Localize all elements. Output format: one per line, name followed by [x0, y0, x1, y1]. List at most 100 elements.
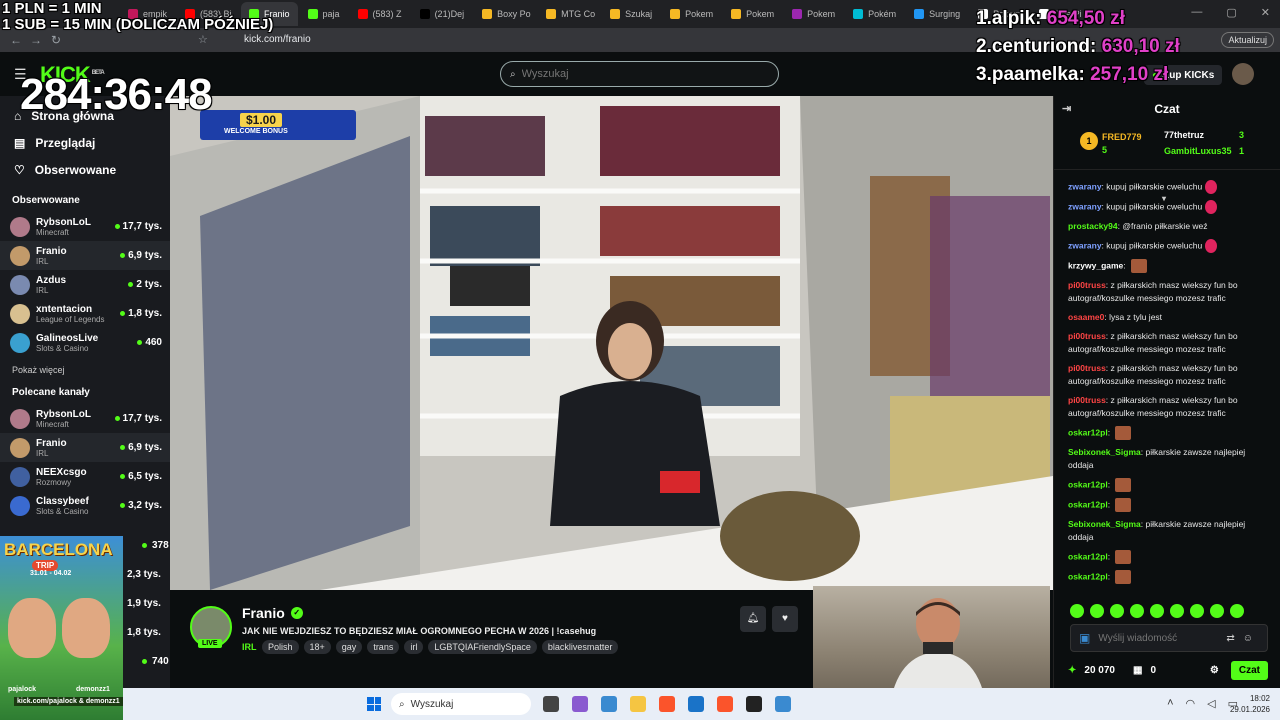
chat-username[interactable]: Sebixonek_Sigma — [1068, 519, 1141, 529]
chat-username[interactable]: pi00truss — [1068, 331, 1106, 341]
collapse-chat-icon[interactable]: ⇥ — [1062, 102, 1071, 115]
quick-emote-icon[interactable] — [1230, 604, 1244, 618]
sidebar-channel[interactable]: Franio IRL 6,9 tys. — [0, 433, 170, 462]
sidebar-channel[interactable]: Azdus IRL 2 tys. — [0, 270, 170, 299]
task-view-icon[interactable] — [543, 696, 559, 712]
sidebar-channel[interactable]: Franio IRL 6,9 tys. — [0, 241, 170, 270]
stream-tag[interactable]: irl — [404, 640, 424, 654]
translate-icon[interactable]: ⇄ — [1226, 633, 1234, 644]
chat-username[interactable]: zwarany — [1068, 181, 1102, 191]
notification-bell-icon[interactable]: 🔔︎ — [740, 606, 766, 632]
stream-tag[interactable]: gay — [335, 640, 363, 654]
chat-username[interactable]: osaame0 — [1068, 312, 1104, 322]
barcelona-ad[interactable]: BARCELONA TRIP 31.01 - 04.02 pajalock de… — [0, 536, 123, 720]
bookmark-icon[interactable]: ☆ — [198, 33, 208, 46]
close-icon[interactable]: ✕ — [1261, 6, 1270, 19]
sidebar-channel[interactable]: NEEXcsgo Rozmowy 6,5 tys. — [0, 462, 170, 491]
gifter-3-name[interactable]: GambitLuxus35 — [1164, 146, 1232, 156]
quick-emote-icon[interactable] — [1150, 604, 1164, 618]
quick-emote-icon[interactable] — [1110, 604, 1124, 618]
stream-tag[interactable]: LGBTQIAFriendlySpace — [428, 640, 537, 654]
browser-tab[interactable]: Szukaj — [602, 2, 660, 26]
quick-emote-icon[interactable] — [1130, 604, 1144, 618]
settings-icon[interactable]: ⚙ — [1210, 665, 1219, 676]
chat-send-button[interactable]: Czat — [1230, 660, 1268, 680]
chat-username[interactable]: oskar12pl — [1068, 571, 1108, 581]
stream-category[interactable]: IRL — [242, 642, 257, 652]
windows-start-icon[interactable] — [367, 697, 381, 711]
stream-tag[interactable]: trans — [367, 640, 400, 654]
remote-desktop-icon[interactable] — [775, 696, 791, 712]
emoji-icon[interactable]: ☺ — [1243, 633, 1253, 644]
show-more-link[interactable]: Pokaż więcej — [0, 357, 170, 375]
sidebar-channel[interactable]: RybsonLoL Minecraft 17,7 tys. — [0, 212, 170, 241]
update-button[interactable]: Aktualizuj — [1221, 32, 1274, 48]
speaker-icon[interactable]: ◁ — [1207, 697, 1215, 710]
browser-tab[interactable]: Pokem — [662, 2, 721, 26]
chat-username[interactable]: pi00truss — [1068, 395, 1106, 405]
search-input[interactable] — [521, 68, 752, 80]
sidebar-channel[interactable]: Classybeef Slots & Casino 3,2 tys. — [0, 491, 170, 520]
browser-tab[interactable]: Boxy Po — [474, 2, 536, 26]
wifi-icon[interactable]: ◠ — [1186, 697, 1196, 710]
chat-username[interactable]: prostacky94 — [1068, 221, 1118, 231]
forward-icon[interactable]: → — [26, 33, 46, 47]
browser-tab[interactable]: (583) Z — [350, 2, 410, 26]
sidebar-channel[interactable]: GalineosLive Slots & Casino 460 — [0, 328, 170, 357]
tray-chevron-icon[interactable]: ˄ — [1167, 697, 1173, 710]
browser-tab[interactable]: MTG Co — [538, 2, 600, 26]
brave-icon[interactable] — [659, 696, 675, 712]
chat-username[interactable]: krzywy_game — [1068, 260, 1123, 270]
chat-username[interactable]: pi00truss — [1068, 280, 1106, 290]
back-icon[interactable]: ← — [6, 33, 26, 47]
chat-input[interactable] — [1098, 632, 1219, 644]
chat-username[interactable]: pi00truss — [1068, 363, 1106, 373]
sidebar-channel[interactable]: RybsonLoL Minecraft 17,7 tys. — [0, 404, 170, 433]
copilot-icon[interactable] — [572, 696, 588, 712]
follow-heart-icon[interactable]: ♥ — [772, 606, 798, 632]
gifter-2-name[interactable]: 77thetruz — [1164, 130, 1204, 140]
kicks-balance[interactable]: 20 070 — [1084, 665, 1115, 676]
gift-icon[interactable]: ▦ — [1133, 665, 1142, 676]
browser-tab[interactable]: Pokem — [784, 2, 843, 26]
browser-tab[interactable]: (21)Dej — [412, 2, 473, 26]
chat-username[interactable]: oskar12pl — [1068, 551, 1108, 561]
chat-username[interactable]: oskar12pl — [1068, 479, 1108, 489]
chat-username[interactable]: Sebixonek_Sigma — [1068, 447, 1141, 457]
chat-username[interactable]: oskar12pl — [1068, 427, 1108, 437]
sidebar-nav-item[interactable]: ♡ Obserwowane — [0, 156, 170, 183]
sidebar-channel[interactable]: xntentacion League of Legends 1,8 tys. — [0, 299, 170, 328]
clock[interactable]: 18:02 29.01.2026 — [1230, 693, 1270, 715]
stream-tag[interactable]: 18+ — [303, 640, 331, 654]
quick-emote-icon[interactable] — [1170, 604, 1184, 618]
quick-emote-icon[interactable] — [1210, 604, 1224, 618]
chat-input-box[interactable]: ▣ ⇄ ☺ — [1070, 624, 1268, 652]
browser-tab[interactable]: Pokem — [723, 2, 782, 26]
reload-icon[interactable]: ↻ — [46, 33, 66, 47]
photos-icon[interactable] — [601, 696, 617, 712]
taskbar-search[interactable]: ⌕ Wyszukaj — [391, 693, 531, 715]
emote-picker-icon[interactable]: ▣ — [1079, 631, 1090, 645]
video-player[interactable]: $1.00 WELCOME BONUS — [170, 96, 1053, 590]
search-box[interactable]: ⌕ — [500, 61, 779, 87]
user-avatar[interactable] — [1232, 63, 1254, 85]
stream-tag[interactable]: blacklivesmatter — [541, 640, 619, 654]
browser-tab[interactable]: paja — [300, 2, 348, 26]
browser-tab[interactable]: Pokém — [845, 2, 904, 26]
quick-emote-icon[interactable] — [1070, 604, 1084, 618]
gifter-1-name[interactable]: FRED779 — [1102, 132, 1142, 142]
file-explorer-icon[interactable] — [630, 696, 646, 712]
streamer-name[interactable]: Franio — [242, 605, 285, 621]
chat-username[interactable]: zwarany — [1068, 201, 1102, 211]
chat-username[interactable]: zwarany — [1068, 240, 1102, 250]
url-field[interactable]: kick.com/franio — [244, 34, 311, 45]
obs-icon[interactable] — [746, 696, 762, 712]
maximize-icon[interactable]: ▢ — [1226, 6, 1236, 19]
promo-banner[interactable]: $1.00 WELCOME BONUS — [200, 110, 356, 140]
quick-emote-icon[interactable] — [1090, 604, 1104, 618]
stream-tag[interactable]: Polish — [262, 640, 299, 654]
sidebar-nav-item[interactable]: ▤ Przeglądaj — [0, 129, 170, 156]
edge-icon[interactable] — [688, 696, 704, 712]
chat-username[interactable]: oskar12pl — [1068, 499, 1108, 509]
quick-emote-icon[interactable] — [1190, 604, 1204, 618]
